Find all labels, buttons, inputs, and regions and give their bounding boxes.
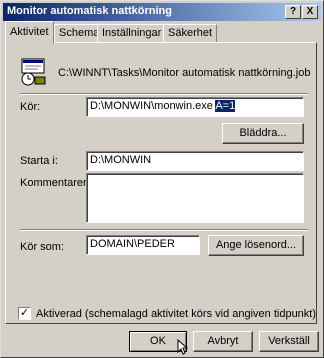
- tab-installningar[interactable]: Inställningar: [97, 24, 167, 42]
- title-bar[interactable]: Monitor automatisk nattkörning ? X: [3, 3, 321, 21]
- apply-button[interactable]: Verkställ: [259, 331, 319, 352]
- start-in-label: Starta i:: [20, 155, 58, 167]
- scheduled-task-icon: [21, 58, 46, 86]
- enabled-checkbox[interactable]: ✓: [18, 307, 31, 320]
- comments-field[interactable]: [86, 173, 304, 223]
- start-in-field[interactable]: D:\MONWIN: [86, 151, 304, 171]
- window-title: Monitor automatisk nattkörning: [7, 5, 172, 17]
- tab-sakerhet[interactable]: Säkerhet: [163, 24, 218, 42]
- divider: [20, 93, 308, 95]
- enabled-label: Aktiverad (schemalagd aktivitet körs vid…: [36, 308, 317, 320]
- comments-label: Kommentarer:: [20, 177, 90, 189]
- run-as-field[interactable]: DOMAIN\PEDER: [86, 235, 200, 255]
- run-label: Kör:: [20, 101, 41, 113]
- browse-button[interactable]: Bläddra...: [222, 123, 304, 144]
- tab-aktivitet[interactable]: Aktivitet: [5, 21, 54, 43]
- task-file-path: C:\WINNT\Tasks\Monitor automatisk nattkö…: [58, 67, 311, 79]
- mouse-cursor-icon: [177, 339, 189, 355]
- set-password-button[interactable]: Ange lösenord...: [208, 235, 304, 256]
- tab-panel: C:\WINNT\Tasks\Monitor automatisk nattkö…: [5, 42, 317, 324]
- divider: [20, 229, 308, 231]
- help-button[interactable]: ?: [285, 5, 301, 19]
- run-command-field[interactable]: D:\MONWIN\monwin.exe A=1: [86, 97, 304, 117]
- close-button[interactable]: X: [302, 5, 318, 19]
- run-command-text: D:\MONWIN\monwin.exe: [90, 100, 216, 112]
- run-as-label: Kör som:: [20, 241, 65, 253]
- run-command-selected-text: A=1: [215, 100, 236, 112]
- cancel-button[interactable]: Avbryt: [193, 331, 253, 352]
- task-properties-dialog: Monitor automatisk nattkörning ? X Aktiv…: [0, 0, 324, 358]
